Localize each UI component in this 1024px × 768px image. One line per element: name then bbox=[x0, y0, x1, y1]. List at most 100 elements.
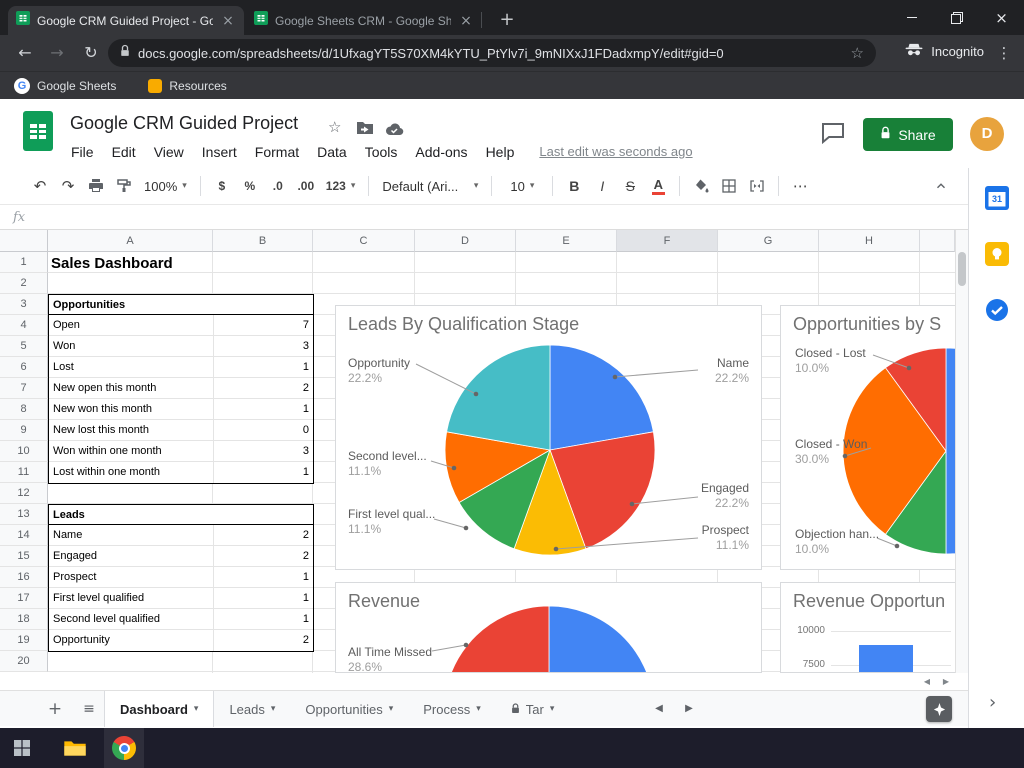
row-header-14[interactable]: 14 bbox=[0, 525, 48, 546]
sheet-tab-menu-icon[interactable]: ▾ bbox=[271, 704, 276, 714]
row-header-8[interactable]: 8 bbox=[0, 399, 48, 420]
row-header-17[interactable]: 17 bbox=[0, 588, 48, 609]
menu-edit[interactable]: Edit bbox=[103, 140, 145, 164]
chart-opportunities-by-s[interactable]: Closed - Lost 10.0% Closed - Won 30.0% Objec… bbox=[780, 305, 955, 570]
row-header-3[interactable]: 3 bbox=[0, 294, 48, 315]
menu-insert[interactable]: Insert bbox=[193, 140, 246, 164]
table-header-cell[interactable]: Opportunities bbox=[49, 295, 313, 315]
pie-slice-opportunity[interactable] bbox=[446, 344, 551, 451]
column-header-E[interactable]: E bbox=[516, 230, 617, 252]
column-header-D[interactable]: D bbox=[415, 230, 516, 252]
cell-label[interactable]: Name bbox=[49, 525, 214, 545]
undo-button[interactable]: ↶ bbox=[27, 173, 53, 199]
cell-value[interactable]: 3 bbox=[214, 336, 313, 356]
cell-label[interactable]: Open bbox=[49, 315, 214, 335]
more-tools-button[interactable]: ⋯ bbox=[787, 173, 813, 199]
cell-sales-dashboard[interactable]: Sales Dashboard bbox=[51, 254, 173, 273]
cell-label[interactable]: Lost bbox=[49, 357, 214, 377]
strikethrough-button[interactable]: S bbox=[617, 173, 643, 199]
url-bar[interactable]: docs.google.com/spreadsheets/d/1UfxagYT5… bbox=[108, 39, 876, 67]
bookmark-star-icon[interactable]: ☆ bbox=[851, 44, 864, 62]
last-edit-link[interactable]: Last edit was seconds ago bbox=[539, 140, 692, 164]
cell-label[interactable]: Lost within one month bbox=[49, 462, 214, 483]
cell-value[interactable]: 1 bbox=[214, 609, 313, 629]
text-color-button[interactable]: A bbox=[645, 173, 671, 199]
calendar-icon[interactable]: 31 bbox=[985, 186, 1009, 210]
cell-label[interactable]: Engaged bbox=[49, 546, 214, 566]
row-header-11[interactable]: 11 bbox=[0, 462, 48, 483]
minimize-button[interactable] bbox=[889, 0, 934, 35]
row-header-4[interactable]: 4 bbox=[0, 315, 48, 336]
cell-value[interactable]: 3 bbox=[214, 441, 313, 461]
decrease-decimal-button[interactable]: .0 bbox=[265, 173, 291, 199]
chart-revenue[interactable]: All Time Missed 28.6% Revenue bbox=[335, 582, 762, 673]
column-header-partial[interactable] bbox=[920, 230, 955, 252]
cell-label[interactable]: Won within one month bbox=[49, 441, 214, 461]
increase-decimal-button[interactable]: .00 bbox=[293, 173, 319, 199]
scrollbar-thumb[interactable] bbox=[958, 252, 966, 286]
formula-input[interactable] bbox=[43, 205, 968, 229]
pie-slice-chart[interactable] bbox=[945, 347, 955, 555]
sheets-logo-icon[interactable] bbox=[23, 111, 53, 156]
sheet-tab-leads[interactable]: Leads ▾ bbox=[214, 691, 290, 727]
cell-value[interactable]: 1 bbox=[214, 567, 313, 587]
chrome-icon[interactable] bbox=[112, 736, 136, 760]
star-icon[interactable]: ☆ bbox=[328, 118, 341, 136]
comment-button[interactable] bbox=[821, 122, 847, 146]
browser-tab-active[interactable]: Google CRM Guided Project - Go × bbox=[8, 6, 244, 35]
tabs-scroll-right-button[interactable]: ▶ bbox=[678, 699, 700, 719]
move-folder-icon[interactable] bbox=[356, 121, 374, 139]
font-select[interactable]: Default (Ari... ▾ bbox=[376, 173, 484, 199]
chart-leads-by-qualification-stage[interactable]: Opportunity 22.2% Second level... 11.1% Firs… bbox=[335, 305, 762, 570]
keep-icon[interactable] bbox=[985, 242, 1009, 266]
bold-button[interactable]: B bbox=[561, 173, 587, 199]
column-header-C[interactable]: C bbox=[313, 230, 415, 252]
font-size-select[interactable]: 10 ▾ bbox=[499, 173, 545, 199]
italic-button[interactable]: I bbox=[589, 173, 615, 199]
cell-label[interactable]: Prospect bbox=[49, 567, 214, 587]
file-explorer-icon[interactable] bbox=[63, 739, 87, 763]
browser-menu-button[interactable]: ⋮ bbox=[992, 41, 1016, 65]
scroll-right-button[interactable]: ▶ bbox=[938, 675, 954, 688]
collapse-panel-chevron[interactable]: › bbox=[989, 692, 996, 713]
menu-file[interactable]: File bbox=[62, 140, 103, 164]
close-tab-icon[interactable]: × bbox=[220, 13, 236, 29]
document-title[interactable]: Google CRM Guided Project bbox=[70, 113, 298, 134]
cell-value[interactable]: 1 bbox=[214, 462, 313, 483]
column-header-H[interactable]: H bbox=[819, 230, 920, 252]
all-sheets-button[interactable]: ≡ bbox=[76, 696, 102, 722]
sheet-tab-menu-icon[interactable]: ▾ bbox=[476, 704, 481, 714]
paint-format-button[interactable] bbox=[111, 173, 137, 199]
sheet-tab-dashboard[interactable]: Dashboard ▾ bbox=[104, 691, 215, 727]
restore-button[interactable] bbox=[934, 0, 979, 35]
add-sheet-button[interactable]: + bbox=[42, 696, 68, 722]
menu-view[interactable]: View bbox=[145, 140, 193, 164]
row-header-18[interactable]: 18 bbox=[0, 609, 48, 630]
sheet-tab-menu-icon[interactable]: ▾ bbox=[550, 704, 555, 714]
cell-value[interactable]: 1 bbox=[214, 399, 313, 419]
column-header-F[interactable]: F bbox=[617, 230, 718, 252]
hide-menus-button[interactable] bbox=[928, 173, 954, 199]
chart-revenue-opportun[interactable]: 10000 7500 Revenue Opportun bbox=[780, 582, 955, 673]
explore-button[interactable] bbox=[926, 696, 952, 722]
column-header-B[interactable]: B bbox=[213, 230, 313, 252]
menu-format[interactable]: Format bbox=[246, 140, 308, 164]
sheet-tab-menu-icon[interactable]: ▾ bbox=[389, 704, 394, 714]
select-all-corner[interactable] bbox=[0, 230, 48, 252]
reload-button[interactable]: ↻ bbox=[78, 41, 104, 65]
sheet-tab-opportunities[interactable]: Opportunities ▾ bbox=[290, 691, 408, 727]
cell-label[interactable]: First level qualified bbox=[49, 588, 214, 608]
cell-label[interactable]: New won this month bbox=[49, 399, 214, 419]
cell-label[interactable]: New open this month bbox=[49, 378, 214, 398]
pie-slice-all-time-missed[interactable] bbox=[444, 605, 550, 673]
row-header-15[interactable]: 15 bbox=[0, 546, 48, 567]
row-header-7[interactable]: 7 bbox=[0, 378, 48, 399]
cell-label[interactable]: Won bbox=[49, 336, 214, 356]
format-currency-button[interactable]: $ bbox=[209, 173, 235, 199]
spreadsheet-grid[interactable]: Sales Dashboard A B C D E F G H 1 2 3 4 5 6 7 8 9 10 11 12 1… bbox=[0, 230, 955, 673]
start-button[interactable] bbox=[14, 740, 30, 761]
forward-button[interactable]: → bbox=[44, 41, 70, 65]
row-header-19[interactable]: 19 bbox=[0, 630, 48, 651]
row-header-12[interactable]: 12 bbox=[0, 483, 48, 504]
redo-button[interactable]: ↷ bbox=[55, 173, 81, 199]
